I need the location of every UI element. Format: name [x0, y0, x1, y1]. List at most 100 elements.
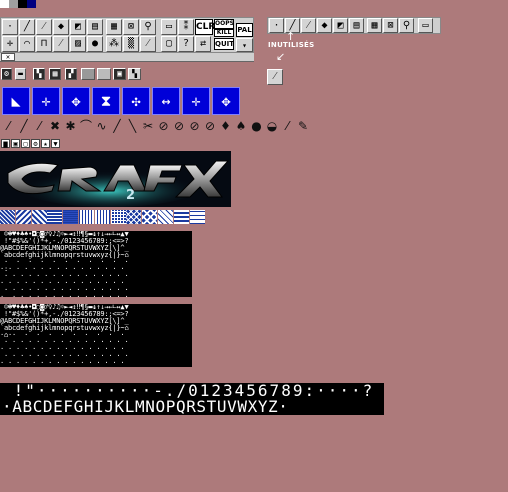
small-icon[interactable]: ▢ — [21, 139, 30, 148]
small-icon[interactable]: ▣ — [11, 139, 20, 148]
zoom-tool-icon[interactable]: ⊠ — [123, 19, 139, 35]
strip-tool-icon[interactable]: ♦ — [218, 119, 233, 133]
swatch-black[interactable] — [18, 0, 27, 8]
strip-tool-icon[interactable]: ∿ — [94, 119, 109, 133]
pal-button[interactable]: PAL — [236, 23, 253, 37]
fill-pattern-swatch[interactable] — [47, 210, 63, 224]
brush-f-icon[interactable] — [81, 68, 95, 80]
brush-i-icon[interactable]: ▚ — [128, 68, 141, 80]
unused-magnifier-icon[interactable]: ⚲ — [399, 18, 414, 33]
fill-pattern-swatch[interactable] — [110, 210, 126, 224]
brush-g-icon[interactable] — [97, 68, 111, 80]
palette-swatches[interactable] — [0, 0, 36, 8]
clr-button[interactable]: CLR — [195, 19, 215, 35]
fill-pattern-swatch[interactable] — [189, 210, 205, 224]
line-tool-icon[interactable]: ╱ — [19, 19, 35, 35]
fill-pattern-swatch[interactable] — [15, 210, 31, 224]
swatch-grey[interactable] — [9, 0, 18, 8]
stamp-tool-icon[interactable]: ⊓ — [36, 36, 52, 52]
brush-b-icon[interactable]: ▬ — [15, 68, 26, 80]
hatch-tool-icon[interactable]: ▨ — [70, 36, 86, 52]
unused-zoom-icon[interactable]: ⊠ — [383, 18, 398, 33]
spray-tool-icon[interactable]: ⁑ — [178, 19, 194, 35]
strip-tool-icon[interactable]: ⁄ — [280, 119, 295, 133]
strip-tool-icon[interactable]: ♠ — [234, 119, 249, 133]
strip-tool-icon[interactable]: ⌒ — [79, 119, 94, 133]
strip-tool-icon[interactable]: ⊘ — [172, 119, 187, 133]
swatch-navy[interactable] — [27, 0, 36, 8]
brush-d-icon[interactable]: ▦ — [49, 68, 61, 80]
pattern-tool-icon[interactable]: ⁂ — [106, 36, 122, 52]
shape-tool-icon[interactable]: ◩ — [70, 19, 86, 35]
move-cursor-icon[interactable]: ✛ — [32, 87, 60, 115]
fill-pattern-swatch[interactable] — [31, 210, 47, 224]
crosshair-tool-icon[interactable]: ✛ — [2, 36, 18, 52]
frame-tool-icon[interactable]: ▢ — [161, 36, 177, 52]
brush-h-icon[interactable]: ▣ — [113, 68, 126, 80]
resize-cursor-icon[interactable]: ↔ — [152, 87, 180, 115]
unused-pipette-icon[interactable]: ⁄ — [267, 69, 283, 85]
unused-fill-icon[interactable]: ◆ — [317, 18, 332, 33]
smear-tool-icon[interactable]: ⁄ — [53, 36, 69, 52]
fill-pattern-swatch[interactable] — [0, 210, 15, 224]
small-spread-cursor-icon[interactable]: ✥ — [212, 87, 240, 115]
fill-pattern-swatch[interactable] — [158, 210, 173, 224]
rect-tool-icon[interactable]: ▭ — [161, 19, 177, 35]
fill-pattern-swatch[interactable] — [94, 210, 110, 224]
fill-pattern-swatch[interactable] — [126, 210, 142, 224]
magnifier-icon[interactable]: ⚲ — [140, 19, 156, 35]
strip-tool-icon[interactable]: ╱ — [110, 119, 125, 133]
unused-gradient-icon[interactable]: ▤ — [349, 18, 364, 33]
strip-tool-icon[interactable]: ╲ — [125, 119, 140, 133]
strip-tool-icon[interactable]: ⁄ — [32, 119, 47, 133]
unused-dot-icon[interactable]: · — [269, 18, 284, 33]
brush-tool-icon[interactable]: ⁄ — [36, 19, 52, 35]
strip-tool-icon[interactable]: ╱ — [17, 119, 32, 133]
close-icon[interactable]: ✕ — [1, 53, 15, 61]
fill-pattern-swatch[interactable] — [79, 210, 94, 224]
grid-tool-icon[interactable]: ▦ — [106, 19, 122, 35]
brush-c-icon[interactable]: ▚ — [33, 68, 45, 80]
strip-tool-icon[interactable]: ⊘ — [156, 119, 171, 133]
strip-tool-icon[interactable]: ◒ — [265, 119, 280, 133]
strip-tool-icon[interactable]: ✂ — [141, 119, 156, 133]
gradient-tool-icon[interactable]: ▤ — [87, 19, 103, 35]
pointer-cursor-icon[interactable]: ◣ — [2, 87, 30, 115]
fill-pattern-swatch[interactable] — [173, 210, 189, 224]
strip-tool-icon[interactable]: ⁄ — [1, 119, 16, 133]
fill-pattern-swatch[interactable] — [142, 210, 158, 224]
strip-tool-icon[interactable]: ✖ — [48, 119, 63, 133]
oops-button[interactable]: OOPS — [214, 19, 234, 29]
small-move-cursor-icon[interactable]: ✛ — [182, 87, 210, 115]
move-all-cursor-icon[interactable]: ✣ — [122, 87, 150, 115]
help-icon[interactable]: ? — [178, 36, 194, 52]
strip-tool-icon[interactable]: ✎ — [296, 119, 311, 133]
spread-cursor-icon[interactable]: ✥ — [62, 87, 90, 115]
small-icon[interactable]: ★ — [41, 139, 50, 148]
dot-tool-icon[interactable]: · — [2, 19, 18, 35]
quit-button[interactable]: QUIT — [214, 38, 234, 50]
hourglass-cursor-icon[interactable]: ⧗ — [92, 87, 120, 115]
toggle-icon[interactable]: ▾ — [236, 38, 253, 52]
small-icon[interactable]: ⚙ — [31, 139, 40, 148]
small-icon[interactable]: ▼ — [51, 139, 60, 148]
pixel-tool-icon[interactable]: ▒ — [123, 36, 139, 52]
fill-pattern-swatch[interactable] — [63, 210, 79, 224]
unused-rect-icon[interactable]: ▭ — [418, 18, 433, 33]
unused-grid-icon[interactable]: ▦ — [367, 18, 382, 33]
small-icon[interactable]: ▆ — [1, 139, 10, 148]
swap-icon[interactable]: ⇄ — [195, 36, 211, 52]
lasso-tool-icon[interactable]: ⌒ — [19, 36, 35, 52]
brush-a-icon[interactable]: ⚙ — [1, 68, 12, 80]
kill-button[interactable]: KILL — [214, 29, 234, 37]
sphere-tool-icon[interactable]: ● — [87, 36, 103, 52]
strip-tool-icon[interactable]: ✱ — [63, 119, 78, 133]
strip-tool-icon[interactable]: ● — [249, 119, 264, 133]
strip-tool-icon[interactable]: ⊘ — [203, 119, 218, 133]
unused-brush-icon[interactable]: ⁄ — [301, 18, 316, 33]
swatch-white[interactable] — [0, 0, 9, 8]
strip-tool-icon[interactable]: ⊘ — [187, 119, 202, 133]
pipette-icon[interactable]: ⁄ — [140, 36, 156, 52]
unused-shape-icon[interactable]: ◩ — [333, 18, 348, 33]
brush-e-icon[interactable]: ▞ — [65, 68, 77, 80]
